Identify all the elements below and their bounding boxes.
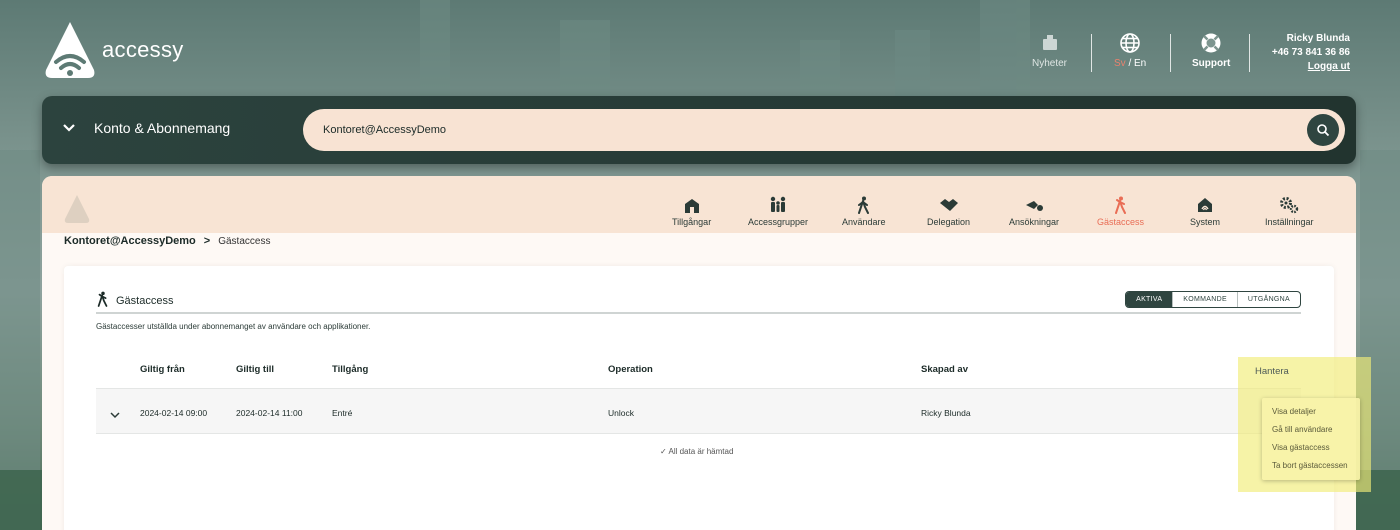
column-header[interactable]: Giltig till xyxy=(236,364,274,375)
guest-icon xyxy=(96,290,110,311)
account-menu-toggle[interactable]: Konto & Abonnemang xyxy=(62,120,230,136)
tab-label: Användare xyxy=(842,217,886,227)
module-tabs-bar: Tillgångar Accessgrupper Användare Deleg… xyxy=(42,176,1356,233)
menu-item-go-to-user[interactable]: Gå till användare xyxy=(1272,425,1332,434)
brand-name: accessy xyxy=(102,37,184,62)
tab-ansokningar[interactable]: Ansökningar xyxy=(1009,195,1059,227)
breadcrumb-separator: > xyxy=(203,235,211,247)
search-icon xyxy=(1317,124,1330,137)
title-divider xyxy=(96,312,1301,314)
account-title: Konto & Abonnemang xyxy=(94,120,231,136)
user-phone: +46 73 841 36 86 xyxy=(1271,47,1350,58)
news-label: Nyheter xyxy=(1032,58,1068,69)
support-label: Support xyxy=(1192,58,1231,69)
card-description: Gästaccesser utställda under abonnemange… xyxy=(96,322,371,331)
column-header[interactable]: Giltig från xyxy=(140,364,185,375)
nav-divider xyxy=(1170,34,1171,72)
column-header[interactable]: Skapad av xyxy=(921,364,968,375)
nav-divider xyxy=(1091,34,1092,72)
expand-row-chevron-icon[interactable] xyxy=(110,406,120,424)
filter-kommande[interactable]: KOMMANDE xyxy=(1172,292,1237,307)
group-icon xyxy=(768,195,788,215)
tab-accessgrupper[interactable]: Accessgrupper xyxy=(748,195,808,227)
lang-sv[interactable]: Sv xyxy=(1114,58,1126,69)
breadcrumb-current: Gästaccess xyxy=(218,235,271,247)
accessy-logo-icon xyxy=(45,22,95,78)
tab-label: Accessgrupper xyxy=(748,217,809,227)
building-icon xyxy=(682,195,702,215)
lang-en[interactable]: En xyxy=(1134,58,1146,69)
accessy-logo[interactable]: accessy xyxy=(42,20,184,80)
cell-operation: Unlock xyxy=(608,408,634,418)
column-header[interactable]: Operation xyxy=(608,364,653,375)
news-link[interactable]: Nyheter xyxy=(1032,32,1067,69)
tab-delegation[interactable]: Delegation xyxy=(927,195,970,227)
chevron-down-icon xyxy=(62,120,76,136)
search-button[interactable] xyxy=(1307,114,1339,146)
faded-logo-icon xyxy=(64,195,90,223)
tab-anvandare[interactable]: Användare xyxy=(842,195,886,227)
language-options: Sv / En xyxy=(1114,58,1146,69)
news-icon xyxy=(1039,32,1061,54)
status-filter: AKTIVA KOMMANDE UTGÅNGNA xyxy=(1125,291,1301,308)
menu-item-remove-guest-access[interactable]: Ta bort gästaccessen xyxy=(1272,461,1348,470)
tab-tillgangar[interactable]: Tillgångar xyxy=(672,195,711,227)
search-input[interactable] xyxy=(323,109,1283,151)
handshake-icon xyxy=(939,195,959,215)
filter-utgangna[interactable]: UTGÅNGNA xyxy=(1236,292,1300,307)
tab-label: Ansökningar xyxy=(1009,217,1060,227)
main-panel: Tillgångar Accessgrupper Användare Deleg… xyxy=(42,176,1356,530)
tab-label: Tillgångar xyxy=(672,217,712,227)
lifebuoy-icon xyxy=(1200,32,1222,54)
tab-system[interactable]: System xyxy=(1190,195,1220,227)
column-header-manage: Hantera xyxy=(1255,366,1289,377)
tab-label: Delegation xyxy=(927,217,971,227)
load-status: ✓ All data är hämtad xyxy=(660,447,734,456)
tab-installningar[interactable]: Inställningar xyxy=(1265,195,1314,227)
guest-access-card: Gästaccess AKTIVA KOMMANDE UTGÅNGNA Gäst… xyxy=(64,266,1334,530)
tab-gastaccess[interactable]: Gästaccess xyxy=(1097,195,1144,227)
user-info: Ricky Blunda +46 73 841 36 86 Logga ut xyxy=(1272,32,1350,74)
user-walking-icon xyxy=(854,195,874,215)
cell-valid-to: 2024-02-14 11:00 xyxy=(236,408,303,418)
column-header[interactable]: Tillgång xyxy=(332,364,368,375)
tab-label: Inställningar xyxy=(1265,217,1314,227)
support-link[interactable]: Support xyxy=(1192,32,1230,69)
card-title: Gästaccess xyxy=(96,290,173,311)
application-icon xyxy=(1024,195,1044,215)
cell-asset: Entré xyxy=(332,408,353,418)
filter-aktiva[interactable]: AKTIVA xyxy=(1126,292,1173,307)
cell-created-by: Ricky Blunda xyxy=(921,408,971,418)
breadcrumb: Kontoret@AccessyDemo > Gästaccess xyxy=(64,235,270,247)
search-bar xyxy=(303,109,1345,151)
nav-divider xyxy=(1249,34,1250,72)
logout-link[interactable]: Logga ut xyxy=(1272,60,1350,74)
guest-icon xyxy=(1111,195,1131,215)
card-title-text: Gästaccess xyxy=(116,294,174,307)
cell-valid-from: 2024-02-14 09:00 xyxy=(140,408,208,418)
system-icon xyxy=(1195,195,1215,215)
breadcrumb-root[interactable]: Kontoret@AccessyDemo xyxy=(64,235,196,247)
language-switch[interactable]: Sv / En xyxy=(1114,32,1146,69)
globe-icon xyxy=(1119,32,1141,54)
menu-item-show-details[interactable]: Visa detaljer xyxy=(1272,407,1316,416)
gears-icon xyxy=(1279,195,1299,215)
menu-item-show-guest-access[interactable]: Visa gästaccess xyxy=(1272,443,1330,452)
user-name: Ricky Blunda xyxy=(1286,33,1350,44)
lang-separator: / xyxy=(1125,58,1135,69)
row-actions-menu: Visa detaljer Gå till användare Visa gäs… xyxy=(1262,398,1360,480)
account-bar: Konto & Abonnemang xyxy=(42,96,1356,164)
tab-label: Gästaccess xyxy=(1097,217,1145,227)
tab-label: System xyxy=(1190,217,1221,227)
